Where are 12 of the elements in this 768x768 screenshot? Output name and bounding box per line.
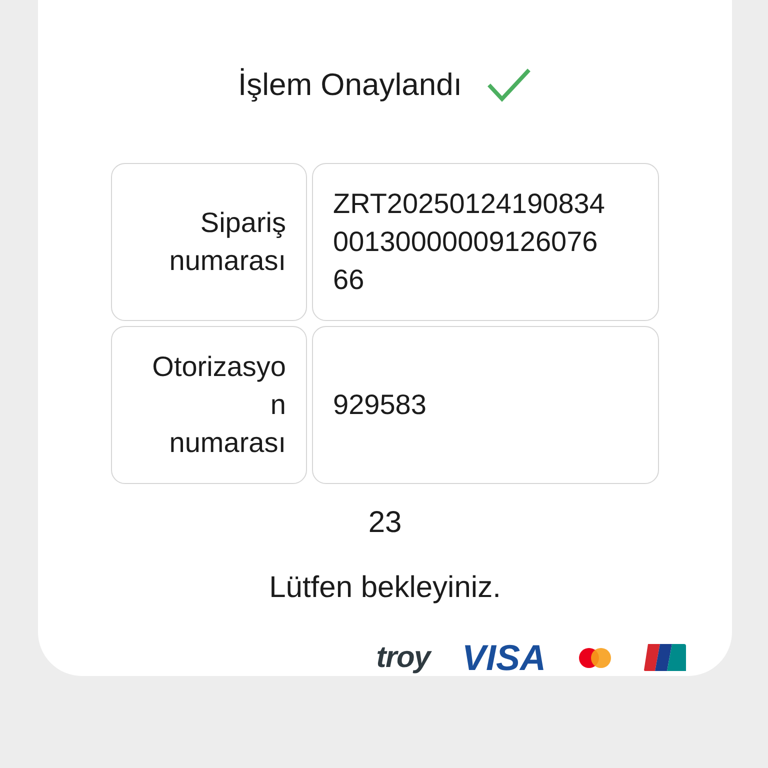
mastercard-icon: [578, 646, 612, 668]
unionpay-icon: [644, 644, 686, 671]
row-value: 929583: [333, 388, 428, 422]
row-label: Otorizasyon numarası: [151, 350, 286, 460]
wait-message: Lütfen bekleyiniz.: [269, 570, 501, 606]
status-title: İşlem Onaylandı: [238, 66, 462, 104]
troy-logo: troy: [376, 642, 430, 672]
row-value: ZRT202501241908340013000000912607666: [333, 186, 606, 296]
countdown: 23: [368, 504, 402, 540]
row-label: Sipariş numarası: [168, 206, 286, 278]
visa-logo: VISA: [462, 640, 546, 676]
check-icon: [486, 67, 532, 104]
